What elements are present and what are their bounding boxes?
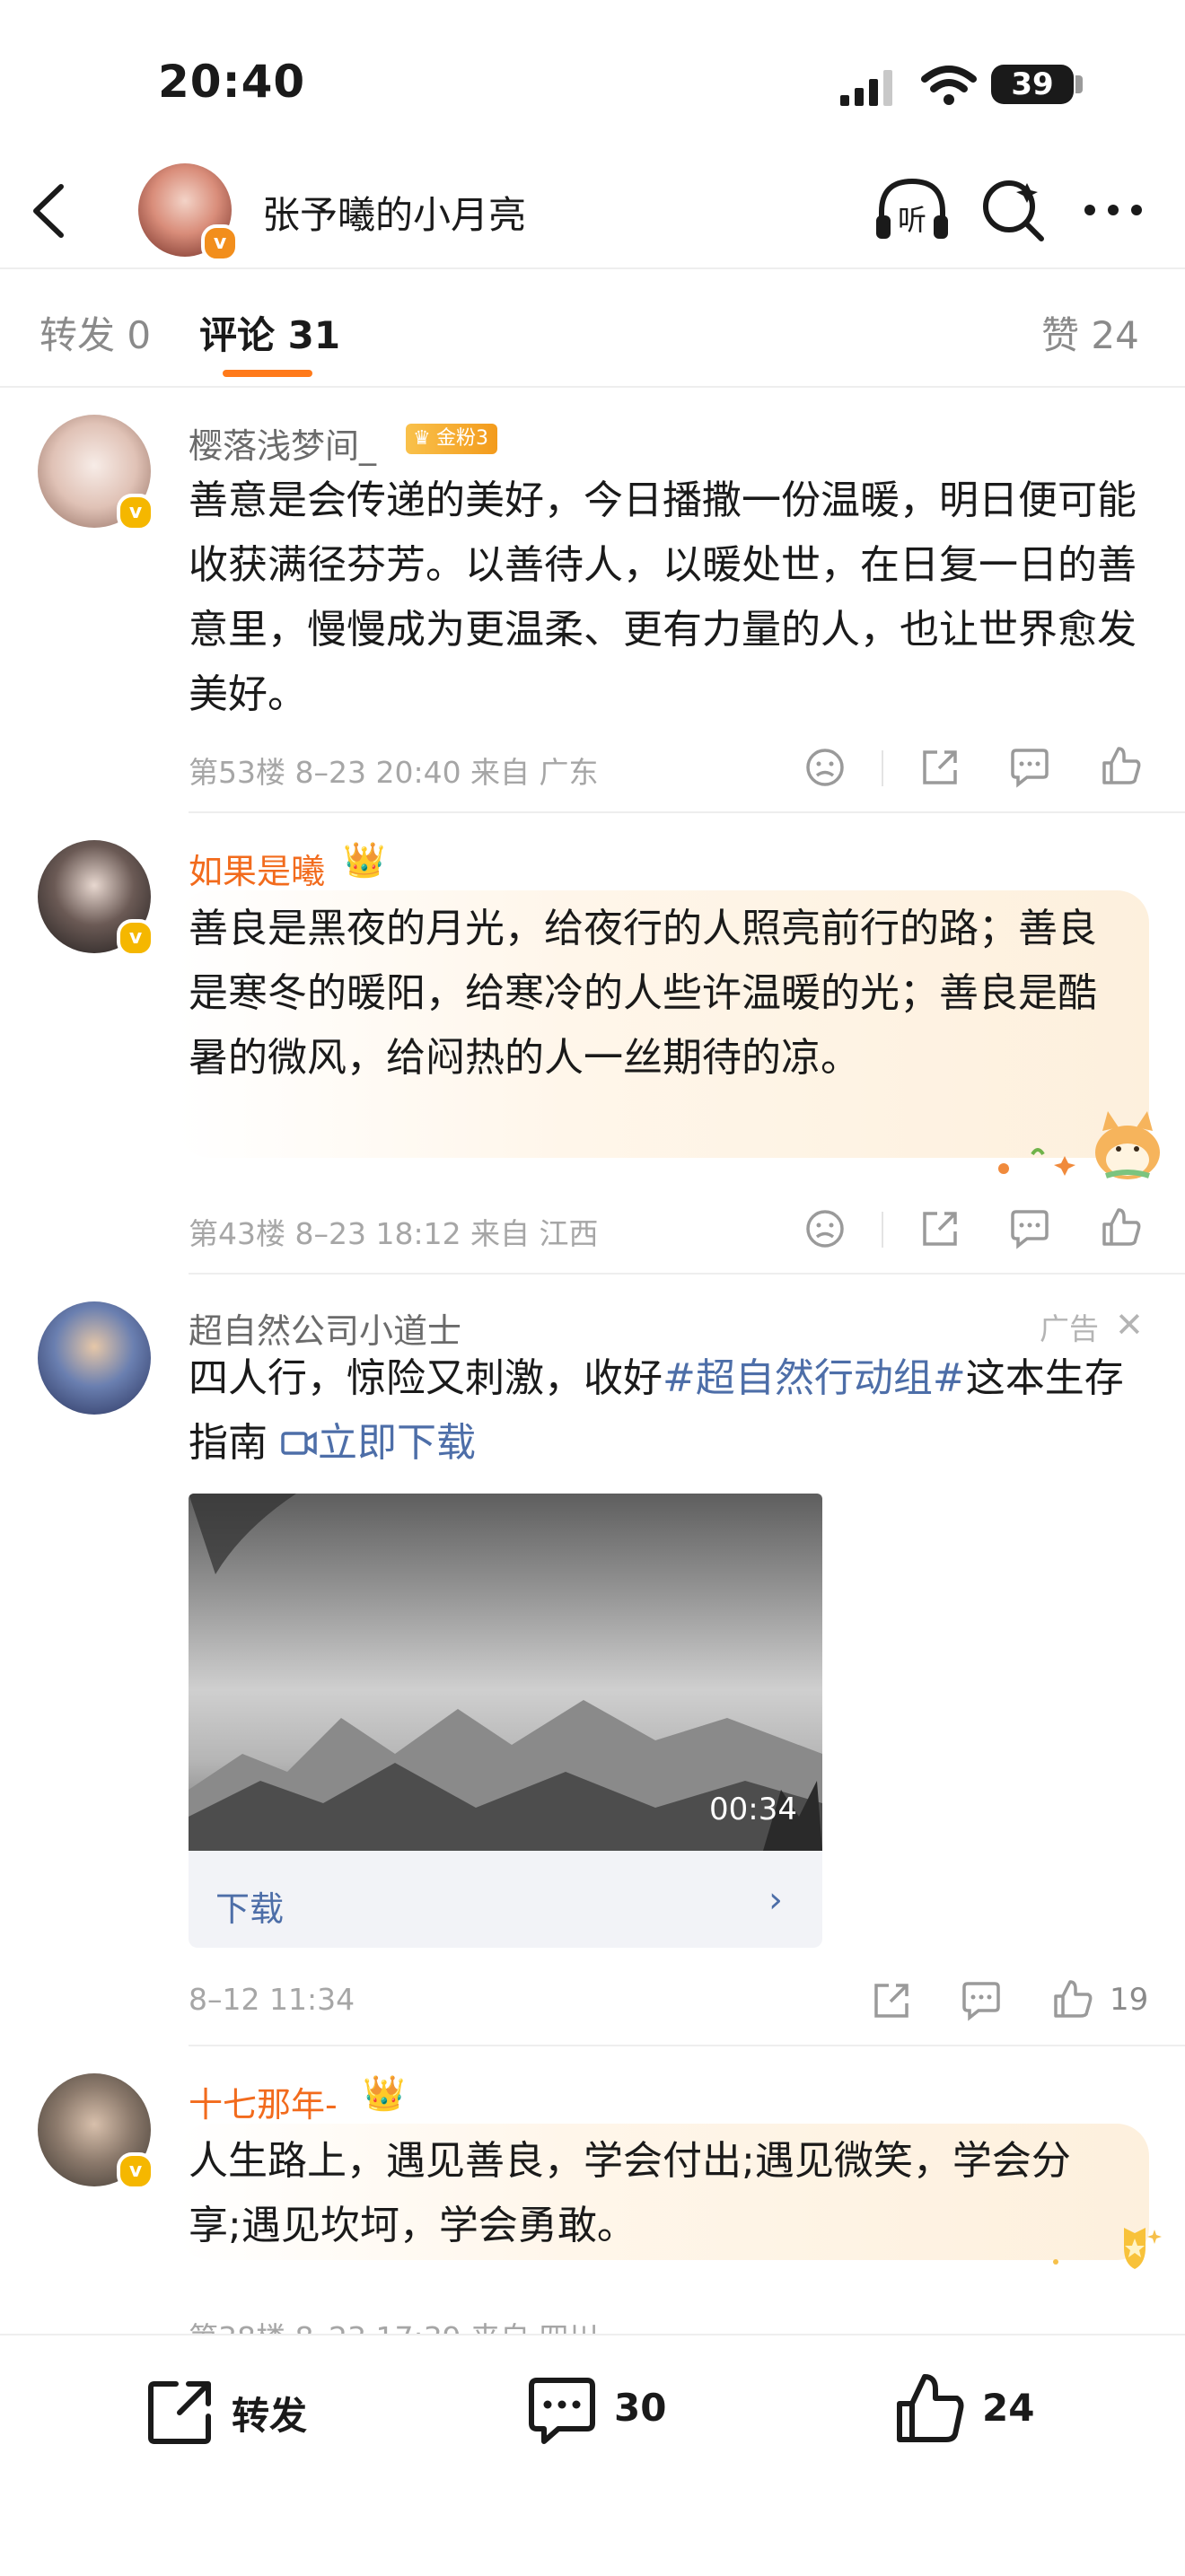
link-video-icon — [281, 1431, 317, 1456]
back-icon[interactable] — [27, 181, 72, 241]
comment-icon[interactable] — [1009, 747, 1050, 788]
verified-badge-icon: v — [117, 2152, 154, 2190]
comment-username[interactable]: 超自然公司小道士 — [189, 1303, 461, 1353]
like-icon[interactable] — [1052, 1978, 1093, 2020]
chevron-right-icon: › — [768, 1879, 783, 1921]
comment-divider — [189, 1273, 1185, 1275]
comment-username[interactable]: 如果是曦 — [189, 844, 325, 893]
comment-text: 人生路上，遇见善良，学会付出;遇见微笑，学会分享;遇见坎坷，学会勇敢。 — [189, 2138, 1071, 2248]
comment-text: 善意是会传递的美好，今日播撒一份温暖，明日便可能收获满径芬芳。以善待人，以暖处世… — [189, 478, 1137, 717]
comment-meta: 第53楼 8–23 20:40 来自 广东 — [189, 755, 599, 790]
like-count: 19 — [1110, 1982, 1149, 2018]
search-icon[interactable] — [980, 178, 1045, 242]
comment-divider — [189, 811, 1185, 813]
video-duration: 00:34 — [709, 1792, 797, 1827]
comment-count[interactable]: 30 — [614, 2386, 666, 2430]
share-icon[interactable] — [919, 1208, 961, 1249]
comment-username[interactable]: 樱落浅梦间_ — [189, 418, 376, 468]
like-icon[interactable] — [894, 2371, 966, 2445]
dislike-icon[interactable] — [804, 747, 846, 788]
more-icon[interactable] — [1083, 203, 1144, 217]
tab-comments[interactable]: 评论 31 — [199, 305, 340, 360]
comment-text: 四人行，惊险又刺激，收好#超自然行动组#这本生存指南 立即下载 — [189, 1346, 1149, 1476]
comment-username[interactable]: 十七那年- — [189, 2077, 338, 2126]
bottom-action-bar — [0, 2334, 1185, 2576]
download-bar-label[interactable]: 下载 — [215, 1881, 284, 1931]
download-link[interactable]: 立即下载 — [280, 1420, 476, 1466]
verified-badge-icon: v — [117, 919, 154, 957]
like-icon[interactable] — [1101, 745, 1142, 786]
comment-icon[interactable] — [961, 1980, 1002, 2021]
crown-icon: 👑 — [343, 840, 386, 880]
like-icon[interactable] — [1101, 1206, 1142, 1248]
battery-cap — [1075, 75, 1083, 93]
ad-label: 广告 — [1040, 1311, 1099, 1346]
verified-badge-icon: v — [201, 224, 239, 262]
comment-text: 善良是黑夜的月光，给夜行的人照亮前行的路；善良是寒冬的暖阳，给寒冷的人些许温暖的… — [189, 906, 1097, 1081]
close-icon[interactable]: ✕ — [1115, 1305, 1144, 1345]
svg-text:听: 听 — [898, 203, 926, 237]
download-link-label: 立即下载 — [318, 1420, 476, 1466]
comment-meta: 第43楼 8–23 18:12 来自 江西 — [189, 1216, 599, 1251]
repost-button[interactable]: 转发 — [232, 2386, 307, 2440]
crown-icon: 👑 — [363, 2073, 406, 2113]
verified-badge-icon: v — [117, 494, 154, 531]
share-icon[interactable] — [919, 747, 961, 788]
avatar[interactable] — [38, 1301, 151, 1415]
comment-icon[interactable] — [1009, 1208, 1050, 1249]
tab-likes[interactable]: 赞 24 — [1041, 305, 1139, 360]
tab-indicator — [223, 370, 312, 377]
ad-text-before: 四人行，惊险又刺激，收好 — [189, 1355, 663, 1401]
comment-icon[interactable] — [526, 2375, 598, 2447]
tabs-divider — [0, 386, 1185, 388]
action-separator — [882, 1212, 883, 1248]
comment-divider — [189, 2045, 1185, 2046]
action-separator — [882, 750, 883, 786]
hashtag-link[interactable]: #超自然行动组# — [663, 1355, 966, 1401]
share-icon[interactable] — [871, 1980, 912, 2021]
star-badge-icon — [1053, 2228, 1162, 2269]
fan-badge: 金粉3 — [406, 424, 497, 454]
dislike-icon[interactable] — [804, 1208, 846, 1249]
comment-meta: 8–12 11:34 — [189, 1982, 356, 2017]
header-divider — [0, 267, 1185, 269]
shiba-sticker-icon — [998, 1111, 1160, 1179]
listen-icon[interactable]: 听 — [874, 176, 950, 242]
repost-icon[interactable] — [147, 2377, 215, 2445]
battery-indicator: 39 — [991, 65, 1074, 104]
tab-repost[interactable]: 转发 0 — [40, 305, 151, 360]
wifi-icon — [921, 66, 977, 105]
status-time: 20:40 — [158, 56, 306, 108]
page-title[interactable]: 张予曦的小月亮 — [262, 185, 526, 240]
like-count[interactable]: 24 — [982, 2386, 1034, 2430]
signal-icon — [840, 70, 892, 106]
